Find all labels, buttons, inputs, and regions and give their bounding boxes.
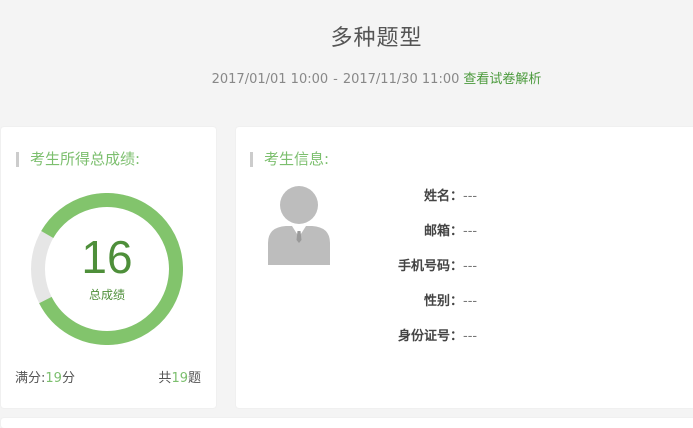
total-score-value: 16 bbox=[81, 231, 133, 283]
info-label: 邮箱： bbox=[423, 224, 463, 239]
info-value: --- bbox=[463, 189, 478, 204]
time-separator: - bbox=[333, 72, 338, 87]
total-score-caption: 总成绩 bbox=[88, 288, 125, 302]
info-section-title: 考生信息: bbox=[250, 152, 329, 167]
total-questions: 共19题 bbox=[158, 367, 201, 386]
total-questions-suffix: 题 bbox=[187, 371, 201, 386]
score-section-title: 考生所得总成绩: bbox=[16, 152, 140, 167]
candidate-info-card: 考生信息: 姓名：--- 邮箱：--- 手机号码：--- 性别：--- 身份证号… bbox=[236, 127, 693, 408]
info-label: 性别： bbox=[423, 294, 463, 309]
info-row-gender: 性别：--- bbox=[366, 293, 686, 311]
info-value: --- bbox=[463, 224, 478, 239]
info-label: 身份证号： bbox=[397, 329, 463, 344]
info-row-email: 邮箱：--- bbox=[366, 223, 686, 241]
full-score-value: 19 bbox=[45, 371, 62, 386]
info-label: 姓名： bbox=[423, 189, 463, 204]
full-score-label: 满分: bbox=[15, 371, 46, 386]
end-time: 2017/11/30 11:00 bbox=[342, 72, 460, 87]
total-questions-value: 19 bbox=[171, 371, 188, 386]
view-analysis-link[interactable]: 查看试卷解析 bbox=[463, 72, 541, 87]
info-row-phone: 手机号码：--- bbox=[366, 258, 686, 276]
info-value: --- bbox=[463, 329, 478, 344]
info-value: --- bbox=[463, 259, 478, 274]
total-questions-prefix: 共 bbox=[158, 371, 172, 386]
score-card: 考生所得总成绩: 16 总成绩 满分:19分 共19题 bbox=[1, 127, 216, 408]
next-card bbox=[1, 418, 693, 428]
info-label: 手机号码： bbox=[397, 259, 463, 274]
user-avatar-icon bbox=[268, 186, 330, 265]
full-score: 满分:19分 bbox=[15, 367, 75, 386]
start-time: 2017/01/01 10:00 bbox=[211, 72, 329, 87]
exam-time-range: 2017/01/01 10:00-2017/11/30 11:00 查看试卷解析 bbox=[0, 68, 693, 87]
info-value: --- bbox=[463, 294, 478, 309]
info-row-id-number: 身份证号：--- bbox=[366, 328, 686, 346]
info-row-name: 姓名：--- bbox=[366, 188, 686, 206]
page-title: 多种题型 bbox=[330, 26, 423, 51]
full-score-unit: 分 bbox=[61, 371, 75, 386]
